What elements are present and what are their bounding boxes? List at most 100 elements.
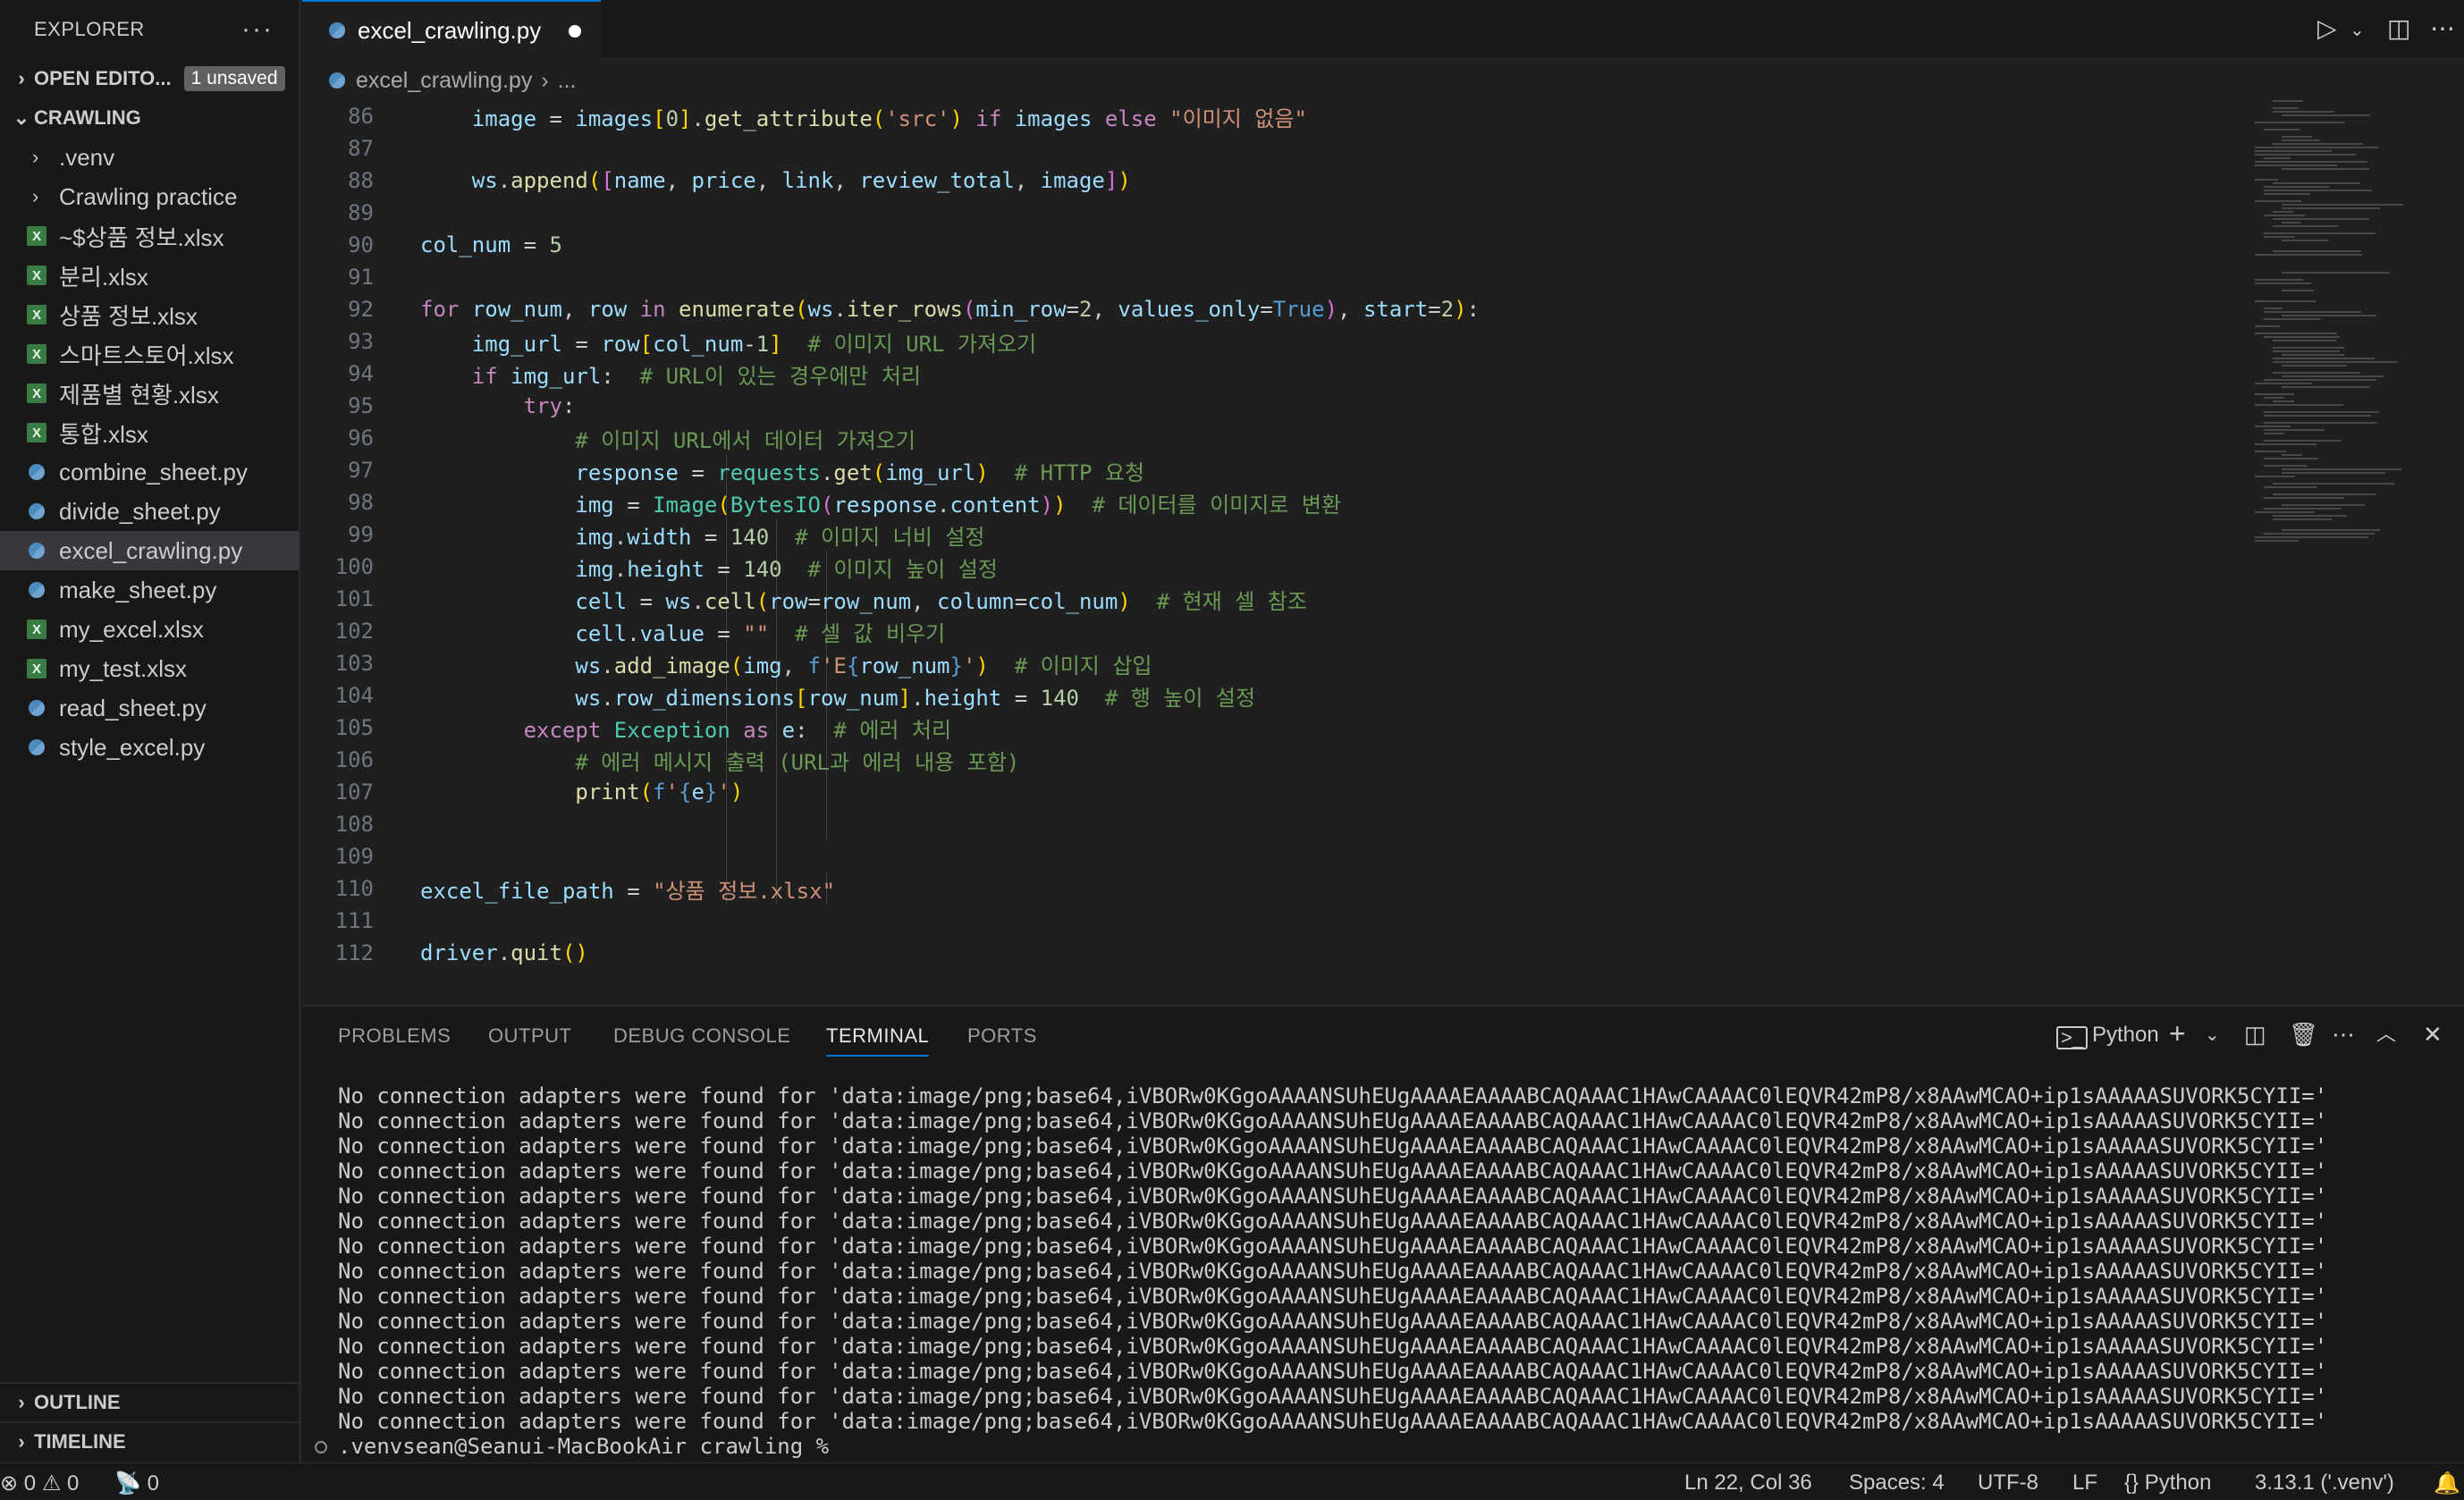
tree-item-file[interactable]: style_excel.py bbox=[0, 728, 299, 767]
terminal-output[interactable]: No connection adapters were found for 'd… bbox=[338, 1083, 2327, 1434]
close-panel-icon[interactable]: ✕ bbox=[2423, 1023, 2443, 1046]
minimap-line bbox=[2264, 311, 2361, 313]
minimap-line bbox=[2273, 350, 2340, 352]
tab-debug-console[interactable]: DEBUG CONSOLE bbox=[613, 1024, 790, 1048]
indentation-status[interactable]: Spaces: 4 bbox=[1849, 1471, 1945, 1496]
chevron-down-icon[interactable]: ⌄ bbox=[2205, 1026, 2220, 1044]
timeline-section[interactable]: › TIMELINE bbox=[0, 1421, 300, 1461]
code-line: 100 img.height = 140 # 이미지 높이 설정 bbox=[302, 551, 2251, 583]
maximize-panel-chevron-up-icon[interactable]: ︿ bbox=[2376, 1024, 2396, 1044]
new-terminal-plus-icon[interactable]: + bbox=[2169, 1019, 2186, 1048]
minimap-line bbox=[2282, 365, 2347, 367]
cursor-position[interactable]: Ln 22, Col 36 bbox=[1684, 1471, 1812, 1496]
line-number: 99 bbox=[348, 522, 374, 547]
more-actions-icon[interactable]: ⋯ bbox=[2430, 16, 2455, 41]
problems-status[interactable]: ⊗ 0 ⚠ 0 bbox=[0, 1471, 79, 1496]
minimap-line bbox=[2273, 518, 2333, 520]
tree-item-file[interactable]: X ~$상품 정보.xlsx bbox=[0, 216, 299, 256]
tree-item-file[interactable]: X 스마트스토어.xlsx bbox=[0, 334, 299, 374]
eol-status[interactable]: LF bbox=[2072, 1471, 2097, 1496]
python-interpreter[interactable]: 3.13.1 ('.venv') bbox=[2255, 1471, 2394, 1496]
minimap-line bbox=[2264, 440, 2342, 442]
chevron-right-icon: › bbox=[32, 146, 39, 168]
run-dropdown-chevron-icon[interactable]: ⌄ bbox=[2350, 21, 2365, 39]
breadcrumb-file[interactable]: excel_crawling.py bbox=[356, 68, 532, 94]
tree-item-file[interactable]: X my_test.xlsx bbox=[0, 649, 299, 688]
minimap-line bbox=[2264, 379, 2376, 381]
line-number: 109 bbox=[334, 844, 374, 869]
line-number: 104 bbox=[334, 683, 374, 708]
minimap-line bbox=[2255, 476, 2296, 477]
crawling-folder-section[interactable]: ⌄ CRAWLING bbox=[0, 98, 299, 138]
terminal-profile-label[interactable]: Python bbox=[2092, 1024, 2159, 1046]
minimap-line bbox=[2255, 426, 2291, 427]
encoding-status[interactable]: UTF-8 bbox=[1978, 1471, 2038, 1496]
more-actions-icon[interactable]: ··· bbox=[241, 16, 274, 43]
unsaved-dot-icon[interactable] bbox=[569, 25, 581, 38]
line-number: 111 bbox=[334, 908, 374, 933]
minimap-line bbox=[2264, 236, 2295, 238]
terminal-prompt[interactable]: .venvsean@Seanui-MacBookAir crawling % bbox=[315, 1434, 842, 1459]
notifications-bell-icon[interactable]: 🔔 bbox=[2434, 1471, 2460, 1496]
line-number: 86 bbox=[348, 104, 374, 129]
tree-item-file[interactable]: X 상품 정보.xlsx bbox=[0, 295, 299, 334]
python-file-icon bbox=[29, 503, 45, 519]
minimap-line bbox=[2255, 122, 2345, 123]
tree-item-file[interactable]: X 통합.xlsx bbox=[0, 413, 299, 452]
tree-item-file[interactable]: X 제품별 현황.xlsx bbox=[0, 374, 299, 413]
code-line: 92 for row_num, row in enumerate(ws.iter… bbox=[302, 293, 2251, 325]
tab-problems[interactable]: PROBLEMS bbox=[338, 1024, 451, 1048]
minimap-line bbox=[2255, 383, 2313, 384]
outline-section[interactable]: › OUTLINE bbox=[0, 1382, 300, 1421]
excel-file-icon: X bbox=[27, 383, 46, 403]
code-line: 106 # 에러 메시지 출력 (URL과 에러 내용 포함) bbox=[302, 744, 2251, 776]
code-text: cell = ws.cell(row=row_num, column=col_n… bbox=[575, 588, 1307, 614]
editor-tab-bar: excel_crawling.py ▷ ⌄ ◫ ⋯ bbox=[302, 0, 2464, 59]
tree-item-label: 분리.xlsx bbox=[59, 263, 148, 291]
tab-output[interactable]: OUTPUT bbox=[488, 1024, 571, 1048]
folder-label: CRAWLING bbox=[34, 106, 141, 129]
run-icon[interactable]: ▷ bbox=[2317, 16, 2337, 41]
more-actions-icon[interactable]: ⋯ bbox=[2332, 1023, 2355, 1046]
tree-item-file[interactable]: X 분리.xlsx bbox=[0, 256, 299, 295]
excel-file-icon: X bbox=[27, 305, 46, 324]
explorer-title: EXPLORER bbox=[34, 18, 145, 40]
split-editor-icon[interactable]: ◫ bbox=[2387, 16, 2410, 41]
minimap-line bbox=[2273, 225, 2338, 227]
terminal-line: No connection adapters were found for 'd… bbox=[338, 1409, 2328, 1434]
code-line: 103 ws.add_image(img, f'E{row_num}') # 이… bbox=[302, 647, 2251, 679]
minimap-line bbox=[2273, 493, 2375, 495]
trash-icon[interactable]: 🗑 bbox=[2289, 1023, 2318, 1046]
tree-item-file-selected[interactable]: excel_crawling.py bbox=[0, 531, 299, 570]
tree-item-file[interactable]: divide_sheet.py bbox=[0, 492, 299, 531]
code-text: img_url = row[col_num-1] # 이미지 URL 가져오기 bbox=[471, 331, 1037, 357]
code-line: 109 bbox=[302, 840, 2251, 872]
tree-item-file[interactable]: read_sheet.py bbox=[0, 688, 299, 728]
line-number: 107 bbox=[334, 779, 374, 805]
terminal-line: No connection adapters were found for 'd… bbox=[338, 1159, 2328, 1184]
breadcrumb-more[interactable]: ... bbox=[558, 68, 577, 94]
line-number: 90 bbox=[348, 232, 374, 257]
tab-excel-crawling[interactable]: excel_crawling.py bbox=[302, 0, 601, 59]
tree-item-venv[interactable]: › .venv bbox=[0, 138, 299, 177]
tab-terminal[interactable]: TERMINAL bbox=[826, 1024, 930, 1057]
terminal-icon[interactable]: >_ bbox=[2056, 1026, 2088, 1049]
tree-item-label: my_test.xlsx bbox=[59, 654, 188, 682]
code-editor[interactable]: 86 image = images[0].get_attribute('src'… bbox=[302, 100, 2251, 1001]
warning-count: 0 bbox=[67, 1471, 80, 1496]
terminal-line: No connection adapters were found for 'd… bbox=[338, 1108, 2328, 1133]
tree-item-file[interactable]: make_sheet.py bbox=[0, 570, 299, 610]
line-number: 94 bbox=[348, 361, 374, 386]
tree-item-file[interactable]: X my_excel.xlsx bbox=[0, 610, 299, 649]
tree-item-label: ~$상품 정보.xlsx bbox=[59, 223, 224, 251]
minimap-line bbox=[2282, 222, 2300, 223]
tree-item-file[interactable]: combine_sheet.py bbox=[0, 452, 299, 492]
split-terminal-icon[interactable]: ◫ bbox=[2244, 1023, 2266, 1046]
minimap[interactable] bbox=[2251, 100, 2439, 1001]
language-mode[interactable]: {} Python bbox=[2124, 1471, 2211, 1496]
open-editors-section[interactable]: › OPEN EDITO... 1 unsaved bbox=[0, 59, 299, 98]
ports-status[interactable]: 📡 0 bbox=[114, 1471, 159, 1496]
code-text: ws.row_dimensions[row_num].height = 140 … bbox=[575, 685, 1256, 711]
tree-item-crawling-practice[interactable]: › Crawling practice bbox=[0, 177, 299, 216]
tab-ports[interactable]: PORTS bbox=[967, 1024, 1037, 1048]
